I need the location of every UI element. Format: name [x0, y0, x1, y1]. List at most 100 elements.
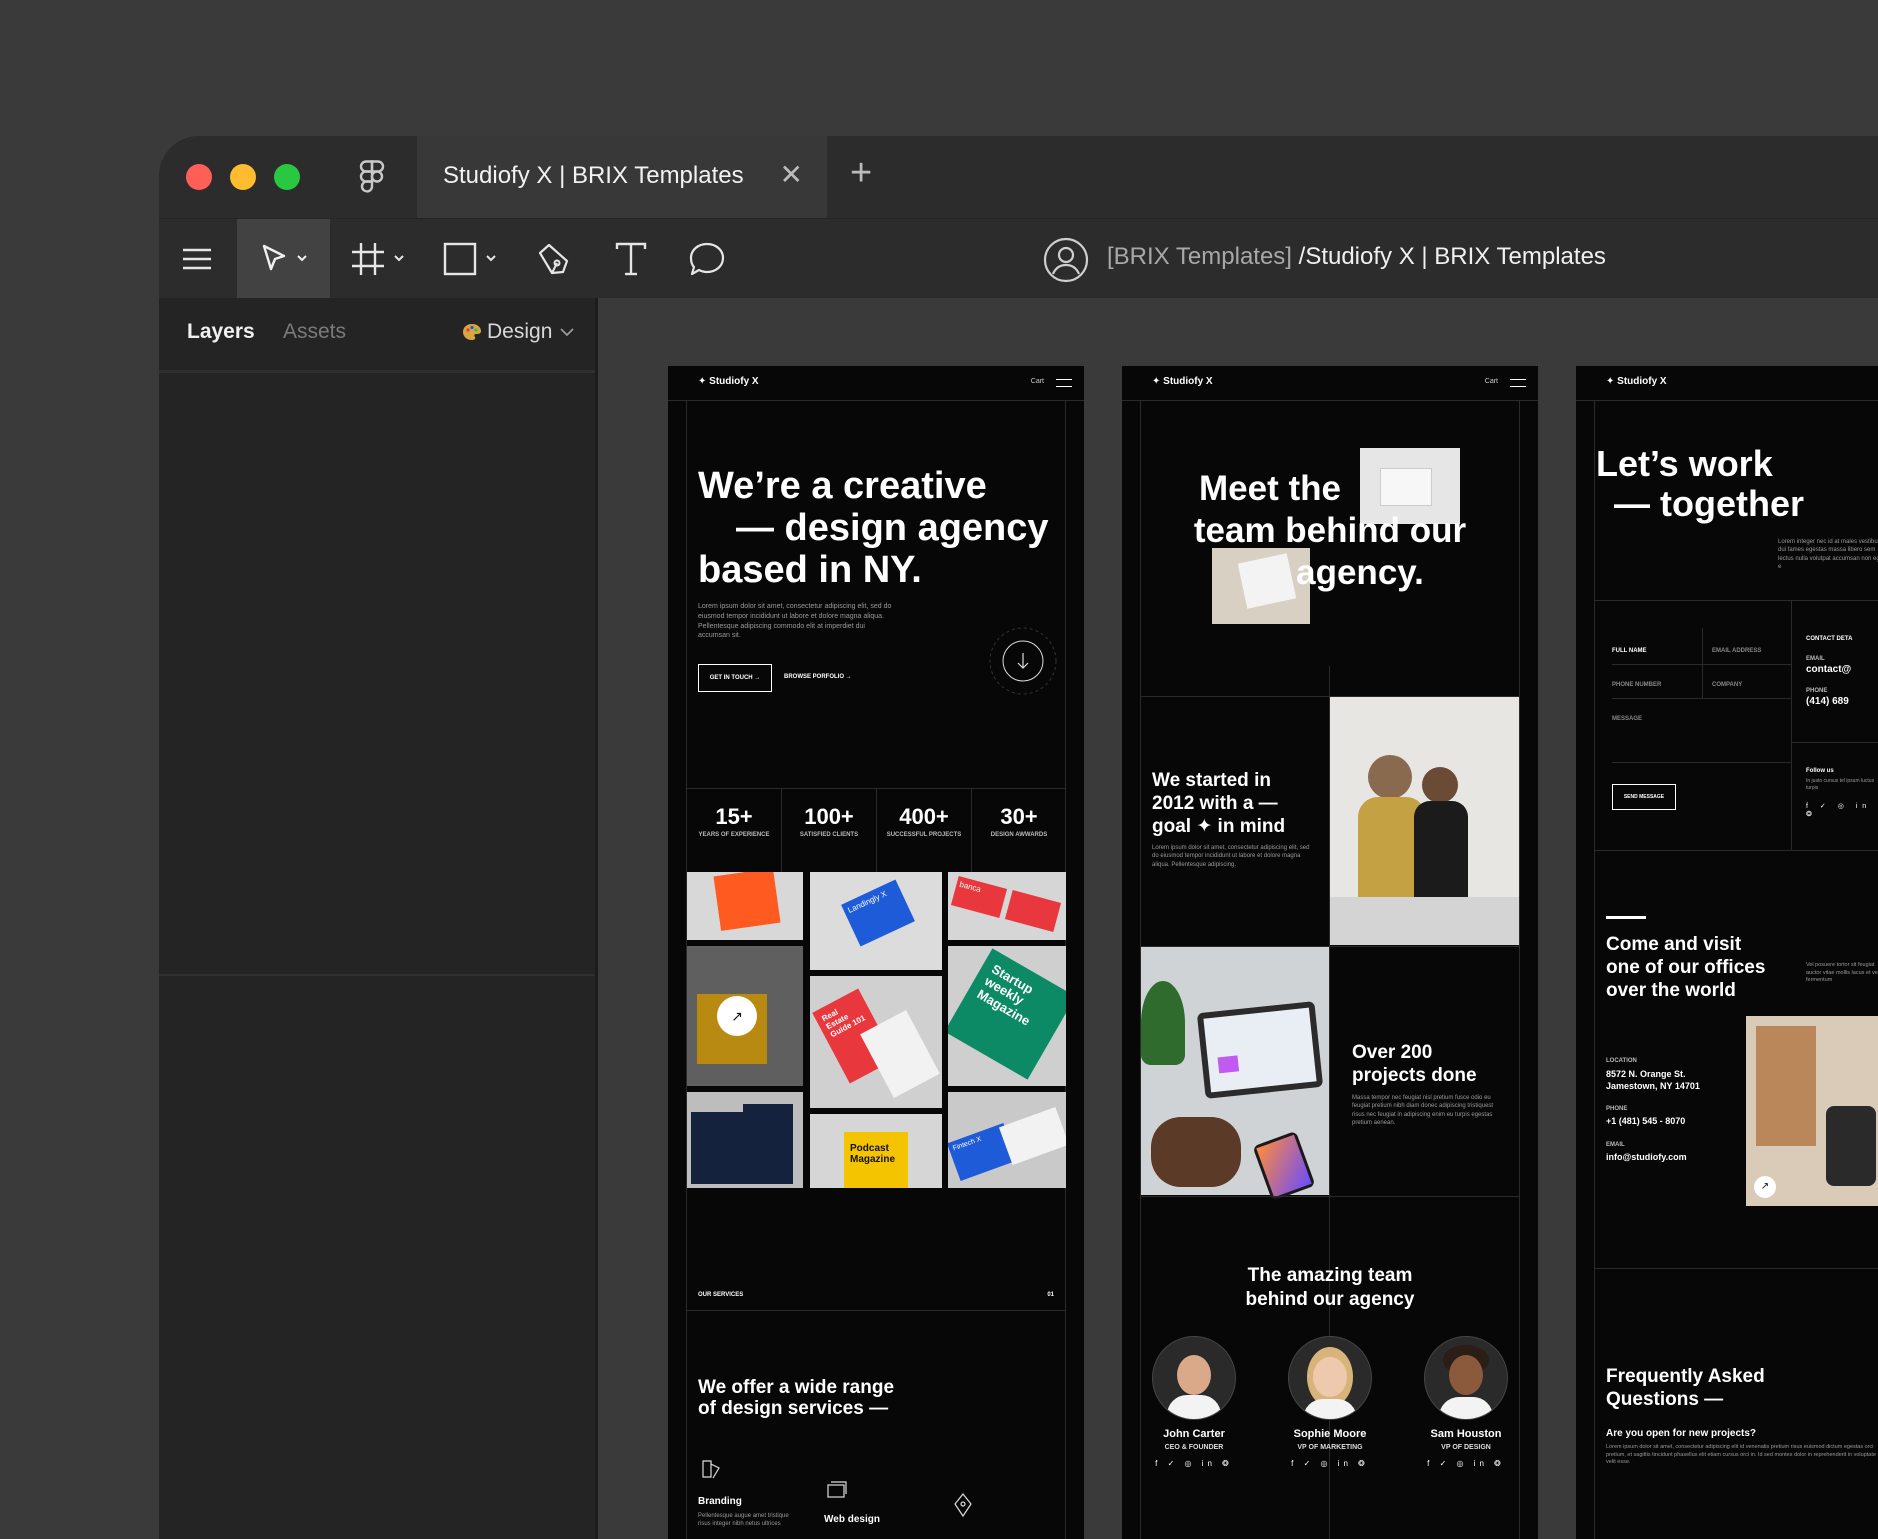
- member-social-icons[interactable]: f ✓ ◎ in ❂: [1134, 1459, 1254, 1468]
- phone-number-field[interactable]: PHONE NUMBER: [1612, 682, 1661, 688]
- brand-logo: ✦ Studiofy X: [1152, 376, 1213, 387]
- tile-label: Startup weekly Magazine: [948, 948, 1066, 1080]
- move-tool-button[interactable]: [237, 219, 330, 299]
- sidebar-tabs: Layers Assets Design: [159, 298, 595, 373]
- design-dropdown[interactable]: Design: [461, 320, 576, 344]
- toolbar: [BRIX Templates] /Studiofy X | BRIX Temp…: [159, 218, 1878, 299]
- file-tab-title: Studiofy X | BRIX Templates: [443, 162, 744, 189]
- figma-logo-icon[interactable]: [359, 160, 385, 194]
- grid-line: [1594, 400, 1595, 1539]
- cursor-arrow-icon: [262, 244, 307, 271]
- hero-line: Let’s work: [1596, 443, 1773, 484]
- stat-label: DESIGN AWWARDS: [990, 832, 1048, 838]
- company-field[interactable]: COMPANY: [1712, 682, 1742, 688]
- portfolio-tile[interactable]: [687, 1092, 803, 1188]
- contact-phone-value[interactable]: (414) 689: [1806, 696, 1849, 707]
- projects-line: Over 200: [1352, 1042, 1433, 1063]
- section-divider: [1140, 1196, 1520, 1197]
- portfolio-tile[interactable]: ↗: [687, 946, 803, 1086]
- frame-contact[interactable]: ✦ Studiofy X Let’s work — together Lorem…: [1576, 366, 1878, 1539]
- services-heading: We offer a wide range of design services…: [698, 1377, 894, 1420]
- team-member-card[interactable]: Sophie Moore VP OF MARKETING f ✓ ◎ in ❂: [1270, 1336, 1390, 1468]
- contact-hero-body: Lorem integer nec id at males vestibulum…: [1778, 539, 1878, 571]
- member-social-icons[interactable]: f ✓ ◎ in ❂: [1406, 1459, 1526, 1468]
- close-window-button[interactable]: [186, 164, 212, 190]
- portfolio-tile[interactable]: Podcast Magazine: [810, 1114, 942, 1188]
- file-breadcrumb[interactable]: [BRIX Templates] /Studiofy X | BRIX Temp…: [1107, 243, 1606, 271]
- team-member-card[interactable]: Sam Houston VP OF DESIGN f ✓ ◎ in ❂: [1406, 1336, 1526, 1468]
- section-divider: [1594, 1268, 1878, 1269]
- hero-line: agency.: [1296, 553, 1424, 592]
- field-divider: [1702, 628, 1703, 698]
- office-phone-value[interactable]: +1 (481) 545 - 8070: [1606, 1116, 1685, 1126]
- message-field[interactable]: MESSAGE: [1612, 716, 1642, 722]
- new-tab-button[interactable]: +: [850, 152, 872, 195]
- frame-about[interactable]: ✦ Studiofy X Cart Meet the team behind o…: [1122, 366, 1538, 1539]
- pen-tool-button[interactable]: [521, 219, 585, 299]
- stat-number: 400+: [899, 804, 949, 829]
- team-member-card[interactable]: John Carter CEO & FOUNDER f ✓ ◎ in ❂: [1134, 1336, 1254, 1468]
- get-in-touch-button[interactable]: GET IN TOUCH →: [698, 664, 772, 692]
- title-bar: Studiofy X | BRIX Templates ✕ +: [159, 136, 1878, 218]
- frame-tool-button[interactable]: [339, 219, 419, 299]
- tile-label: Landingly X: [841, 879, 915, 947]
- shape-tool-button[interactable]: [431, 219, 511, 299]
- full-name-field[interactable]: FULL NAME: [1612, 648, 1647, 654]
- send-message-button[interactable]: SEND MESSAGE: [1612, 784, 1676, 810]
- social-icons[interactable]: f ✓ ◎ in ❂: [1806, 802, 1878, 818]
- tile-label: Podcast Magazine: [844, 1132, 908, 1188]
- portfolio-tile[interactable]: Fintech X: [948, 1092, 1066, 1188]
- contact-details-label: CONTACT DETA: [1806, 636, 1853, 642]
- avatar: [1152, 1336, 1236, 1420]
- member-role: VP OF MARKETING: [1297, 1444, 1363, 1451]
- minimize-window-button[interactable]: [230, 164, 256, 190]
- portfolio-tile[interactable]: [687, 872, 803, 940]
- file-tab[interactable]: Studiofy X | BRIX Templates ✕: [417, 136, 827, 218]
- team-heading-line: The amazing team: [1247, 1265, 1413, 1286]
- zoom-window-button[interactable]: [274, 164, 300, 190]
- text-tool-button[interactable]: [599, 219, 663, 299]
- projects-body: Massa tempor nec feugiat nisl pretium fu…: [1352, 1095, 1494, 1127]
- comment-tool-button[interactable]: [675, 219, 739, 299]
- tab-layers[interactable]: Layers: [187, 320, 255, 344]
- service-branding-body: Pellentesque augue amet tristique risus …: [698, 1513, 789, 1528]
- breadcrumb-team[interactable]: [BRIX Templates]: [1107, 243, 1292, 270]
- scroll-down-badge[interactable]: [988, 626, 1058, 696]
- tab-assets[interactable]: Assets: [283, 320, 346, 344]
- frame-header: ✦ Studiofy X Cart: [668, 366, 1084, 401]
- office-phone-label: PHONE: [1606, 1106, 1628, 1112]
- main-menu-button[interactable]: [159, 219, 235, 299]
- breadcrumb-file[interactable]: Studiofy X | BRIX Templates: [1305, 243, 1606, 270]
- faq-question[interactable]: Are you open for new projects?: [1606, 1428, 1756, 1439]
- services-heading-line: of design services —: [698, 1397, 889, 1419]
- design-canvas[interactable]: ✦ Studiofy X Cart We’re a creative — des…: [598, 298, 1878, 1539]
- member-social-icons[interactable]: f ✓ ◎ in ❂: [1270, 1459, 1390, 1468]
- hero-heading: We’re a creative — design agency based i…: [698, 465, 1078, 591]
- hamburger-menu-icon: [183, 248, 211, 270]
- section-divider: [1594, 600, 1878, 601]
- browse-portfolio-link[interactable]: BROWSE PORFOLIO →: [784, 674, 852, 680]
- office-email-value[interactable]: info@studiofy.com: [1606, 1152, 1687, 1162]
- user-avatar-icon[interactable]: [1043, 237, 1089, 283]
- cart-label: Cart: [1484, 378, 1498, 385]
- contact-email-label: EMAIL: [1806, 656, 1825, 662]
- close-tab-icon[interactable]: ✕: [780, 158, 803, 191]
- hero-line: team behind our: [1193, 511, 1467, 550]
- portfolio-tile[interactable]: Startup weekly Magazine: [948, 946, 1066, 1086]
- open-arrow-icon[interactable]: ↗: [717, 996, 757, 1036]
- frame-home[interactable]: ✦ Studiofy X Cart We’re a creative — des…: [668, 366, 1084, 1539]
- hero-line: — design agency: [736, 506, 1049, 549]
- member-role: VP OF DESIGN: [1441, 1444, 1491, 1451]
- contact-email-value[interactable]: contact@: [1806, 664, 1851, 675]
- stat-number: 15+: [715, 804, 753, 829]
- email-address-field[interactable]: EMAIL ADDRESS: [1712, 648, 1761, 654]
- portfolio-tile[interactable]: Real Estate Guide 101: [810, 976, 942, 1108]
- open-arrow-icon[interactable]: ↗: [1754, 1176, 1776, 1198]
- team-heading: The amazing team behind our agency: [1122, 1264, 1538, 1312]
- follow-us-body: In justo cursus tel ipsum luctus turpis: [1806, 778, 1875, 791]
- portfolio-tile[interactable]: Landingly X: [810, 872, 942, 970]
- stat-label: SUCCESSFUL PROJECTS: [886, 832, 962, 838]
- follow-us-label: Follow us: [1806, 768, 1834, 774]
- hero-line: — together: [1614, 482, 1805, 524]
- portfolio-tile[interactable]: banca: [948, 872, 1066, 940]
